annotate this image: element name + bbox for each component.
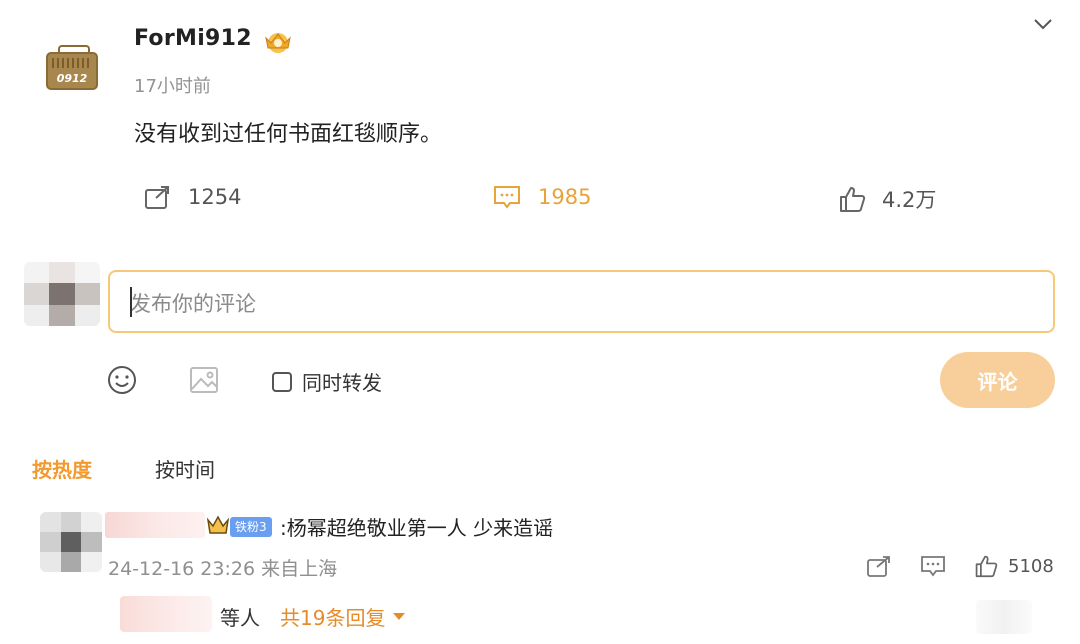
repost-toggle-label: 同时转发 <box>302 371 382 395</box>
comment-count: 1985 <box>538 185 592 209</box>
author-avatar[interactable]: 0912 <box>40 34 104 98</box>
crown-icon <box>206 515 230 534</box>
commenter-avatar[interactable] <box>40 512 102 572</box>
caret-down-icon <box>393 613 406 620</box>
current-user-avatar <box>24 262 100 326</box>
comment-icon <box>494 186 520 209</box>
thumbs-up-icon <box>975 555 998 578</box>
reply-users-blurred <box>120 596 212 632</box>
comment-like-count: 5108 <box>1008 555 1054 577</box>
comment-share-button[interactable] <box>866 554 892 578</box>
repost-button[interactable]: 1254 <box>144 184 241 210</box>
expand-replies-link[interactable]: 共19条回复 <box>280 602 406 631</box>
image-icon[interactable] <box>188 364 220 396</box>
like-button[interactable]: 4.2万 <box>838 184 936 214</box>
repost-toggle[interactable]: 同时转发 <box>272 367 382 396</box>
reply-icon <box>921 556 945 577</box>
comment-text: :杨幂超绝敬业第一人 少来造谣 <box>280 516 554 540</box>
comment-reply-button[interactable] <box>920 554 946 578</box>
like-count: 4.2万 <box>882 188 937 212</box>
sort-by-hot-tab[interactable]: 按热度 <box>32 454 92 483</box>
comment-meta: 24-12-16 23:26 来自上海 <box>108 558 338 580</box>
comment-like-button[interactable]: 5108 <box>974 554 1054 578</box>
sort-by-time-tab[interactable]: 按时间 <box>155 454 215 483</box>
submit-comment-button[interactable]: 评论 <box>940 352 1055 408</box>
text-caret <box>130 287 132 317</box>
comment-input-placeholder: 发布你的评论 <box>130 292 256 316</box>
fan-badge: 铁粉3 <box>230 517 272 537</box>
emoji-icon[interactable] <box>106 364 138 396</box>
radio-icon: 0912 <box>46 45 98 90</box>
chevron-down-icon[interactable] <box>1032 14 1054 34</box>
repost-icon <box>145 186 169 209</box>
commenter-name-blurred[interactable] <box>105 512 205 538</box>
avatar-label: 0912 <box>56 72 88 85</box>
vip-badge-icon <box>265 33 291 53</box>
reply-count-label: 共19条回复 <box>280 606 386 630</box>
comment-input[interactable]: 发布你的评论 <box>108 270 1055 333</box>
blurred-region <box>976 600 1032 634</box>
author-name[interactable]: ForMi912 <box>134 26 252 51</box>
thumbs-up-icon <box>840 187 866 212</box>
reply-summary-prefix: 等人 <box>220 606 260 630</box>
comment-button[interactable]: 1985 <box>492 184 591 210</box>
share-icon <box>867 556 890 577</box>
post-time: 17小时前 <box>134 76 211 97</box>
repost-checkbox[interactable] <box>272 371 292 392</box>
repost-count: 1254 <box>188 185 242 209</box>
post-text: 没有收到过任何书面红毯顺序。 <box>134 122 443 147</box>
